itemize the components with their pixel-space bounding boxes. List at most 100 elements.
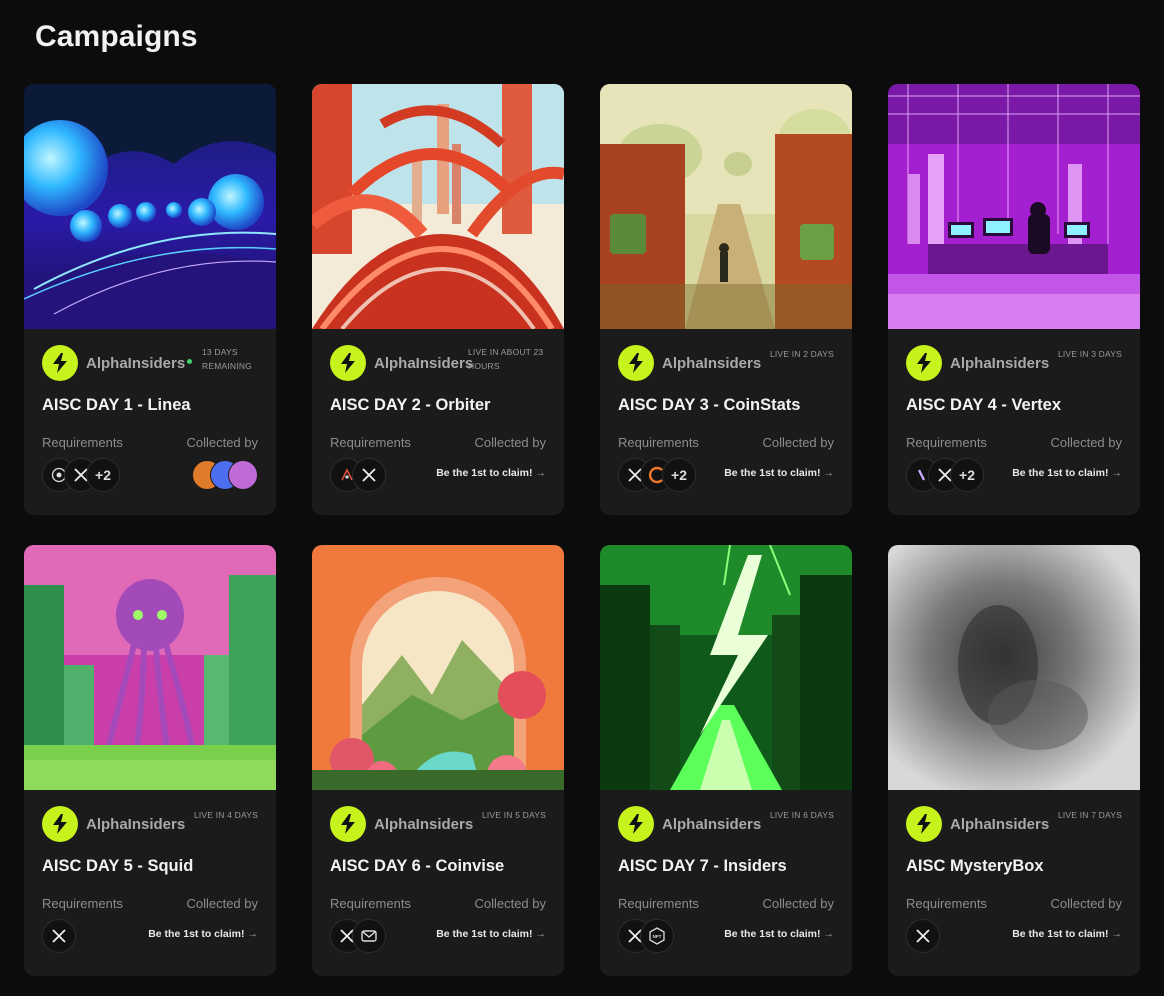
claim-text: Be the 1st to claim! bbox=[436, 928, 533, 940]
lightning-logo-icon bbox=[42, 806, 78, 842]
requirements-label: Requirements bbox=[618, 896, 699, 911]
lightning-logo-icon bbox=[906, 806, 942, 842]
collected-by-label: Collected by bbox=[1050, 896, 1122, 911]
nft-badge-text: NFT bbox=[653, 934, 662, 939]
requirements-icons bbox=[330, 458, 386, 492]
brand[interactable]: AlphaInsiders bbox=[42, 345, 193, 381]
claim-text: Be the 1st to claim! bbox=[1012, 928, 1109, 940]
status-text: LIVE IN 3 DAYS bbox=[1057, 349, 1122, 359]
campaign-artwork bbox=[888, 545, 1140, 790]
claim-link[interactable]: Be the 1st to claim! → bbox=[148, 928, 258, 940]
campaign-card-day2[interactable]: AlphaInsiders LIVE IN ABOUT 23 HOURS AIS… bbox=[312, 84, 564, 515]
claim-text: Be the 1st to claim! bbox=[1012, 467, 1109, 479]
campaign-title: AISC DAY 5 - Squid bbox=[42, 857, 194, 875]
collected-by-label: Collected by bbox=[474, 896, 546, 911]
campaign-title: AISC DAY 2 - Orbiter bbox=[330, 396, 491, 414]
collector-avatars[interactable] bbox=[192, 460, 258, 490]
more-requirements-count[interactable]: +2 bbox=[662, 458, 696, 492]
status-text: LIVE IN 5 DAYS bbox=[481, 810, 546, 820]
lightning-logo-icon bbox=[42, 345, 78, 381]
requirements-label: Requirements bbox=[906, 896, 987, 911]
claim-link[interactable]: Be the 1st to claim! → bbox=[436, 928, 546, 940]
brand[interactable]: AlphaInsiders bbox=[906, 345, 1049, 381]
arrow-right-icon: → bbox=[1111, 928, 1123, 940]
campaign-card-mysterybox[interactable]: AlphaInsiders LIVE IN 7 DAYS AISC Myster… bbox=[888, 545, 1140, 976]
status-text: 13 DAYS REMAINING bbox=[202, 347, 252, 371]
brand[interactable]: AlphaInsiders bbox=[42, 806, 185, 842]
campaign-card-day4[interactable]: AlphaInsiders LIVE IN 3 DAYS AISC DAY 4 … bbox=[888, 84, 1140, 515]
x-icon[interactable] bbox=[42, 919, 76, 953]
campaign-card-day6[interactable]: AlphaInsiders LIVE IN 5 DAYS AISC DAY 6 … bbox=[312, 545, 564, 976]
status-text: LIVE IN 7 DAYS bbox=[1057, 810, 1122, 820]
campaign-title: AISC DAY 7 - Insiders bbox=[618, 857, 787, 875]
requirements-icons bbox=[906, 919, 940, 953]
campaign-artwork bbox=[24, 84, 276, 329]
lightning-logo-icon bbox=[330, 345, 366, 381]
claim-text: Be the 1st to claim! bbox=[724, 467, 821, 479]
brand-name: AlphaInsiders bbox=[950, 354, 1050, 372]
lightning-logo-icon bbox=[618, 806, 654, 842]
x-icon[interactable] bbox=[352, 458, 386, 492]
brand[interactable]: AlphaInsiders bbox=[906, 806, 1049, 842]
claim-link[interactable]: Be the 1st to claim! → bbox=[436, 467, 546, 479]
status-text: LIVE IN ABOUT 23 HOURS bbox=[468, 347, 544, 371]
campaign-title: AISC DAY 4 - Vertex bbox=[906, 396, 1061, 414]
nft-icon[interactable]: NFT bbox=[640, 919, 674, 953]
claim-text: Be the 1st to claim! bbox=[436, 467, 533, 479]
lightning-logo-icon bbox=[906, 345, 942, 381]
campaign-artwork bbox=[600, 84, 852, 329]
collected-by-label: Collected by bbox=[762, 896, 834, 911]
status-text: LIVE IN 4 DAYS bbox=[193, 810, 258, 820]
more-requirements-count[interactable]: +2 bbox=[950, 458, 984, 492]
collected-by-label: Collected by bbox=[474, 435, 546, 450]
requirements-icons: +2 bbox=[906, 458, 984, 492]
requirements-label: Requirements bbox=[906, 435, 987, 450]
arrow-right-icon: → bbox=[535, 467, 547, 479]
campaign-card-day1[interactable]: AlphaInsiders 13 DAYS REMAINING AISC DAY… bbox=[24, 84, 276, 515]
arrow-right-icon: → bbox=[823, 928, 835, 940]
arrow-right-icon: → bbox=[1111, 467, 1123, 479]
x-icon[interactable] bbox=[906, 919, 940, 953]
brand-name: AlphaInsiders bbox=[950, 815, 1050, 833]
requirements-label: Requirements bbox=[618, 435, 699, 450]
more-requirements-count[interactable]: +2 bbox=[86, 458, 120, 492]
arrow-right-icon: → bbox=[823, 467, 835, 479]
live-dot bbox=[187, 358, 193, 364]
campaign-title: AISC DAY 6 - Coinvise bbox=[330, 857, 505, 875]
campaign-artwork bbox=[24, 545, 276, 790]
brand[interactable]: AlphaInsiders bbox=[330, 806, 473, 842]
campaign-artwork bbox=[888, 84, 1140, 329]
brand-name: AlphaInsiders bbox=[662, 354, 762, 372]
requirements-label: Requirements bbox=[330, 435, 411, 450]
requirements-icons: NFT bbox=[618, 919, 674, 953]
requirements-label: Requirements bbox=[42, 896, 123, 911]
campaign-artwork bbox=[600, 545, 852, 790]
collected-by-label: Collected by bbox=[186, 435, 258, 450]
arrow-right-icon: → bbox=[535, 928, 547, 940]
lightning-logo-icon bbox=[618, 345, 654, 381]
campaign-grid: AlphaInsiders 13 DAYS REMAINING AISC DAY… bbox=[24, 84, 1140, 976]
campaign-card-day7[interactable]: AlphaInsiders LIVE IN 6 DAYS AISC DAY 7 … bbox=[600, 545, 852, 976]
claim-text: Be the 1st to claim! bbox=[148, 928, 245, 940]
campaign-artwork bbox=[312, 545, 564, 790]
campaign-card-day3[interactable]: AlphaInsiders LIVE IN 2 DAYS AISC DAY 3 … bbox=[600, 84, 852, 515]
status-text: LIVE IN 2 DAYS bbox=[769, 349, 834, 359]
claim-link[interactable]: Be the 1st to claim! → bbox=[1012, 928, 1122, 940]
collected-by-label: Collected by bbox=[1050, 435, 1122, 450]
brand-name: AlphaInsiders bbox=[662, 815, 762, 833]
campaign-card-day5[interactable]: AlphaInsiders LIVE IN 4 DAYS AISC DAY 5 … bbox=[24, 545, 276, 976]
brand-name: AlphaInsiders bbox=[86, 354, 186, 372]
requirements-icons bbox=[330, 919, 386, 953]
brand-name: AlphaInsiders bbox=[374, 815, 474, 833]
brand[interactable]: AlphaInsiders bbox=[330, 345, 473, 381]
requirements-icons: +2 bbox=[618, 458, 696, 492]
claim-link[interactable]: Be the 1st to claim! → bbox=[1012, 467, 1122, 479]
mail-icon[interactable] bbox=[352, 919, 386, 953]
lightning-logo-icon bbox=[330, 806, 366, 842]
page-title: Campaigns bbox=[35, 20, 198, 53]
claim-link[interactable]: Be the 1st to claim! → bbox=[724, 928, 834, 940]
brand[interactable]: AlphaInsiders bbox=[618, 806, 761, 842]
claim-link[interactable]: Be the 1st to claim! → bbox=[724, 467, 834, 479]
brand[interactable]: AlphaInsiders bbox=[618, 345, 761, 381]
campaign-artwork bbox=[312, 84, 564, 329]
